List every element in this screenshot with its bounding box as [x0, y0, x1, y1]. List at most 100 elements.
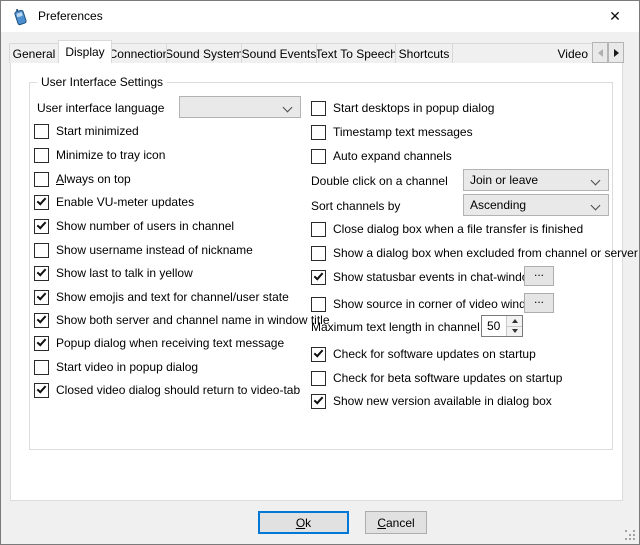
tab-connection[interactable]: Connection: [111, 43, 167, 63]
tab-display[interactable]: Display: [58, 40, 112, 63]
checkbox[interactable]: [34, 290, 49, 305]
close-button[interactable]: ✕: [593, 1, 637, 31]
checkbox[interactable]: [34, 313, 49, 328]
preferences-dialog: Preferences ✕ General Display Connection…: [0, 0, 640, 545]
checkbox-label: Popup dialog when receiving text message: [56, 336, 284, 350]
checkbox[interactable]: [311, 371, 326, 386]
checkbox-statusbar-events-chat[interactable]: Show statusbar events in chat-window: [311, 269, 537, 285]
checkbox-label: Show number of users in channel: [56, 219, 234, 233]
tab-sound-system[interactable]: Sound System: [166, 43, 242, 63]
window-title: Preferences: [38, 9, 103, 23]
sort-channels-combobox[interactable]: Ascending: [463, 194, 609, 216]
spinner-value[interactable]: 50: [482, 316, 506, 336]
checkbox[interactable]: [311, 101, 326, 116]
max-text-length-spinner[interactable]: 50: [481, 315, 523, 337]
checkbox[interactable]: [311, 125, 326, 140]
checkbox-minimize-to-tray[interactable]: Minimize to tray icon: [34, 147, 165, 163]
checkbox[interactable]: [34, 124, 49, 139]
checkbox[interactable]: [311, 222, 326, 237]
checkbox-timestamp-messages[interactable]: Timestamp text messages: [311, 124, 473, 140]
checkbox-auto-expand-channels[interactable]: Auto expand channels: [311, 148, 452, 164]
checkbox-closed-video-return[interactable]: Closed video dialog should return to vid…: [34, 382, 300, 398]
spin-up-icon: [512, 319, 518, 323]
checkbox-label: Check for software updates on startup: [333, 347, 536, 361]
title-bar[interactable]: Preferences ✕: [1, 1, 639, 32]
checkbox-check-updates[interactable]: Check for software updates on startup: [311, 346, 536, 362]
checkbox[interactable]: [34, 219, 49, 234]
checkbox[interactable]: [34, 360, 49, 375]
tab-video[interactable]: Video: [452, 43, 593, 63]
chevron-down-icon: [283, 103, 293, 113]
tab-scroll-right-button[interactable]: [608, 42, 624, 63]
checkbox[interactable]: [311, 394, 326, 409]
checkbox-close-dialog-file-transfer[interactable]: Close dialog box when a file transfer is…: [311, 221, 583, 237]
cancel-button[interactable]: Cancel: [365, 511, 427, 534]
language-label: User interface language: [37, 101, 164, 115]
cancel-button-label: Cancel: [377, 516, 414, 530]
checkbox-label: Start desktops in popup dialog: [333, 101, 494, 115]
checkbox[interactable]: [311, 270, 326, 285]
checkbox-start-video-popup[interactable]: Start video in popup dialog: [34, 359, 198, 375]
ellipsis-icon: ...: [534, 294, 544, 304]
double-click-combobox[interactable]: Join or leave: [463, 169, 609, 191]
checkbox[interactable]: [34, 195, 49, 210]
tab-text-to-speech[interactable]: Text To Speech: [316, 43, 396, 63]
checkbox-show-emojis[interactable]: Show emojis and text for channel/user st…: [34, 289, 289, 305]
max-text-length-label: Maximum text length in channel list: [311, 320, 498, 334]
checkbox[interactable]: [34, 383, 49, 398]
checkbox-label: Check for beta software updates on start…: [333, 371, 562, 385]
checkbox-show-number-of-users[interactable]: Show number of users in channel: [34, 218, 234, 234]
tab-scroll-right-icon: [614, 49, 619, 57]
checkbox-start-minimized[interactable]: Start minimized: [34, 123, 139, 139]
app-icon: [11, 7, 30, 26]
tab-scroll-left-icon: [598, 49, 603, 57]
tab-general[interactable]: General: [9, 43, 59, 63]
checkbox-show-new-version[interactable]: Show new version available in dialog box: [311, 393, 552, 409]
double-click-label: Double click on a channel: [311, 174, 448, 188]
language-combobox[interactable]: [179, 96, 301, 118]
video-source-more-button[interactable]: ...: [524, 293, 554, 313]
statusbar-events-more-button[interactable]: ...: [524, 266, 554, 286]
checkbox-label: Show source in corner of video window: [333, 297, 541, 311]
checkbox[interactable]: [34, 172, 49, 187]
checkbox-label: Show both server and channel name in win…: [56, 313, 330, 327]
ok-button[interactable]: Ok: [258, 511, 349, 534]
checkbox-enable-vu-meter[interactable]: Enable VU-meter updates: [34, 194, 194, 210]
checkbox-popup-text-message[interactable]: Popup dialog when receiving text message: [34, 335, 284, 351]
group-title: User Interface Settings: [37, 75, 167, 89]
checkbox-last-to-talk-yellow[interactable]: Show last to talk in yellow: [34, 265, 193, 281]
checkbox[interactable]: [34, 266, 49, 281]
sort-channels-label: Sort channels by: [311, 199, 400, 213]
spin-up-button[interactable]: [507, 316, 522, 326]
checkbox-dialog-when-excluded[interactable]: Show a dialog box when excluded from cha…: [311, 245, 638, 261]
tab-shortcuts[interactable]: Shortcuts: [395, 43, 453, 63]
checkbox[interactable]: [34, 148, 49, 163]
checkbox[interactable]: [311, 149, 326, 164]
chevron-down-icon: [591, 201, 601, 211]
checkbox-show-username[interactable]: Show username instead of nickname: [34, 242, 253, 258]
checkbox[interactable]: [311, 246, 326, 261]
checkbox-source-corner-video[interactable]: Show source in corner of video window: [311, 296, 541, 312]
checkbox[interactable]: [311, 297, 326, 312]
checkbox-check-beta-updates[interactable]: Check for beta software updates on start…: [311, 370, 562, 386]
checkbox-always-on-top[interactable]: Always on top: [34, 171, 131, 187]
checkbox[interactable]: [34, 336, 49, 351]
checkbox[interactable]: [34, 243, 49, 258]
close-icon: ✕: [609, 8, 621, 25]
spin-down-button[interactable]: [507, 326, 522, 337]
double-click-combobox-value: Join or leave: [470, 173, 538, 187]
checkbox-start-desktops-popup[interactable]: Start desktops in popup dialog: [311, 100, 494, 116]
checkbox[interactable]: [311, 347, 326, 362]
tab-scroll-left-button[interactable]: [592, 42, 608, 63]
checkbox-label: Close dialog box when a file transfer is…: [333, 222, 583, 236]
resize-grip[interactable]: [625, 530, 635, 540]
tab-sound-events[interactable]: Sound Events: [241, 43, 317, 63]
checkbox-label: Minimize to tray icon: [56, 148, 165, 162]
ok-button-label: Ok: [296, 516, 311, 530]
checkbox-label: Show new version available in dialog box: [333, 394, 552, 408]
ellipsis-icon: ...: [534, 267, 544, 277]
checkbox-label: Closed video dialog should return to vid…: [56, 383, 300, 397]
checkbox-label: Start minimized: [56, 124, 139, 138]
checkbox-server-channel-in-title[interactable]: Show both server and channel name in win…: [34, 312, 330, 328]
checkbox-label: Show last to talk in yellow: [56, 266, 193, 280]
